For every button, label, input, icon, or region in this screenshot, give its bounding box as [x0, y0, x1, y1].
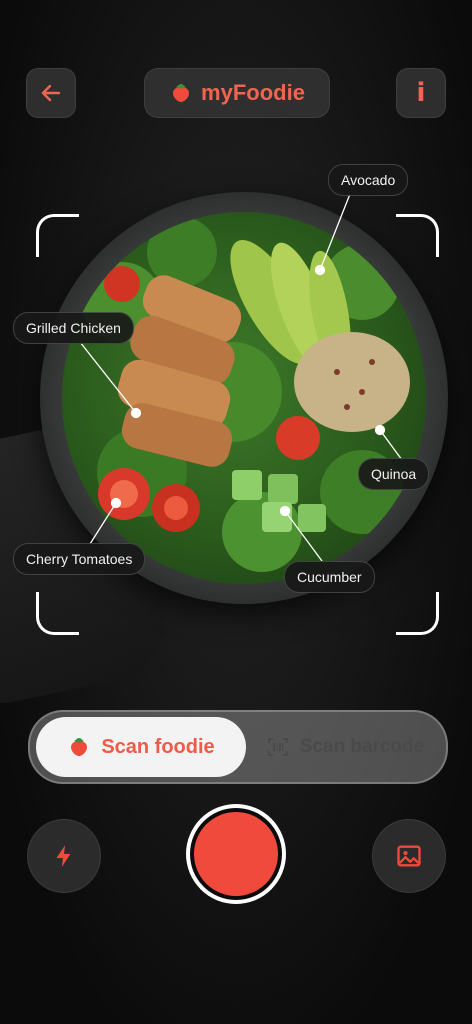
capture-button-core: [194, 812, 278, 896]
arrow-left-icon: [41, 84, 61, 102]
detection-label-cherry-tomatoes[interactable]: Cherry Tomatoes: [13, 543, 146, 575]
app-title: myFoodie: [201, 80, 305, 105]
barcode-icon: [267, 738, 288, 756]
app-logo: myFoodie: [144, 68, 330, 118]
capture-ring-gap: [190, 808, 282, 900]
scan-barcode-label: Scan barcode: [299, 736, 425, 757]
scan-foodie-tab[interactable]: Scan foodie: [36, 717, 246, 777]
salad-illustration: [82, 217, 410, 572]
detection-label-grilled-chicken[interactable]: Grilled Chicken: [13, 312, 134, 344]
strawberry-icon: [173, 84, 190, 102]
scan-barcode-tab[interactable]: Scan barcode: [250, 717, 440, 777]
flash-button[interactable]: [27, 819, 101, 893]
scan-frame-corner: [36, 214, 79, 257]
scan-foodie-label: Scan foodie: [101, 735, 215, 758]
info-icon: i: [416, 78, 426, 108]
strawberry-icon: [71, 738, 88, 756]
scan-frame-corner: [396, 592, 439, 635]
lightning-icon: [56, 845, 71, 867]
capture-button[interactable]: [186, 804, 286, 904]
scan-frame-corner: [396, 214, 439, 257]
detection-label-avocado[interactable]: Avocado: [328, 164, 409, 196]
detection-label-quinoa[interactable]: Quinoa: [358, 458, 430, 490]
gallery-button[interactable]: [372, 819, 446, 893]
scan-frame-corner: [36, 592, 79, 635]
salad-photo: [62, 212, 426, 584]
image-icon: [397, 845, 421, 867]
scan-mode-toggle: Scan foodie Scan barcode: [28, 710, 448, 784]
info-button[interactable]: i: [396, 68, 446, 118]
back-button[interactable]: [26, 68, 76, 118]
detection-label-cucumber[interactable]: Cucumber: [284, 561, 375, 593]
